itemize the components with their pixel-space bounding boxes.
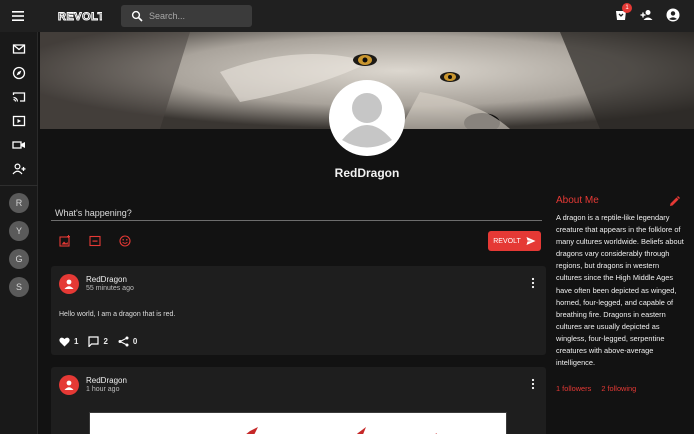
comment-count: 2 — [103, 337, 108, 346]
sidebar: R Y G S — [0, 32, 38, 434]
revolt-submit-label: REVOLT — [493, 237, 521, 245]
server-avatar[interactable]: G — [9, 249, 29, 269]
cast-icon[interactable] — [12, 90, 26, 104]
add-friend-icon[interactable] — [640, 8, 654, 22]
server-avatar[interactable]: Y — [9, 221, 29, 241]
post-card: RedDragon 1 hour ago — [51, 367, 546, 434]
mail-icon[interactable] — [12, 42, 26, 56]
about-text: A dragon is a reptile-like legendary cre… — [556, 213, 684, 368]
more-options-icon[interactable] — [529, 377, 537, 391]
emoji-icon[interactable] — [119, 235, 131, 247]
like-count: 1 — [74, 337, 79, 346]
account-icon[interactable] — [666, 8, 680, 22]
post-time: 55 minutes ago — [86, 285, 134, 292]
heart-icon — [59, 337, 70, 346]
notification-badge: 1 — [622, 3, 632, 13]
revolt-logo-text: REVOLT — [58, 11, 102, 22]
post-time: 1 hour ago — [86, 386, 120, 393]
composer-input[interactable]: What's happening? — [55, 208, 132, 218]
profile-avatar[interactable] — [329, 80, 405, 156]
post-author[interactable]: RedDragon — [86, 376, 127, 385]
sidebar-divider — [0, 185, 38, 186]
menu-icon[interactable] — [10, 8, 26, 24]
explore-icon[interactable] — [12, 66, 26, 80]
search-bar[interactable] — [121, 5, 252, 27]
following-link[interactable]: 2 following — [601, 384, 636, 393]
revolt-submit-button[interactable]: REVOLT — [488, 231, 541, 251]
post-author[interactable]: RedDragon — [86, 275, 127, 284]
notifications-icon[interactable]: 1 — [614, 3, 632, 22]
like-button[interactable]: 1 — [59, 337, 78, 347]
add-image-icon[interactable] — [59, 235, 71, 247]
post-text: Hello world, I am a dragon that is red. — [59, 311, 176, 318]
follow-stats: 1 followers 2 following — [556, 384, 636, 393]
about-title: About Me — [556, 195, 599, 206]
post-image[interactable] — [89, 412, 507, 434]
top-bar: REVOLT 1 — [0, 0, 694, 32]
followers-link[interactable]: 1 followers — [556, 384, 591, 393]
video-icon[interactable] — [12, 114, 26, 128]
search-icon — [131, 10, 143, 22]
revolt-logo[interactable]: REVOLT — [58, 10, 102, 23]
share-icon — [118, 336, 129, 347]
post-avatar[interactable] — [59, 274, 79, 294]
server-avatar[interactable]: R — [9, 193, 29, 213]
post-avatar[interactable] — [59, 375, 79, 395]
post-actions: 1 2 0 — [59, 336, 147, 347]
profile-username: RedDragon — [334, 166, 400, 180]
comment-icon — [88, 336, 100, 347]
top-actions: 1 — [614, 3, 680, 22]
gif-icon[interactable] — [89, 235, 101, 247]
share-button[interactable]: 0 — [118, 336, 137, 347]
search-input[interactable] — [149, 11, 239, 21]
more-options-icon[interactable] — [529, 276, 537, 290]
post-card: RedDragon 55 minutes ago Hello world, I … — [51, 266, 546, 355]
comment-button[interactable]: 2 — [88, 336, 108, 347]
videocam-icon[interactable] — [12, 138, 26, 152]
edit-icon[interactable] — [669, 196, 680, 207]
share-count: 0 — [132, 337, 138, 346]
server-avatar[interactable]: S — [9, 277, 29, 297]
composer-underline — [51, 220, 542, 221]
post-composer: What's happening? REVOLT — [51, 204, 546, 256]
send-icon — [526, 237, 536, 245]
